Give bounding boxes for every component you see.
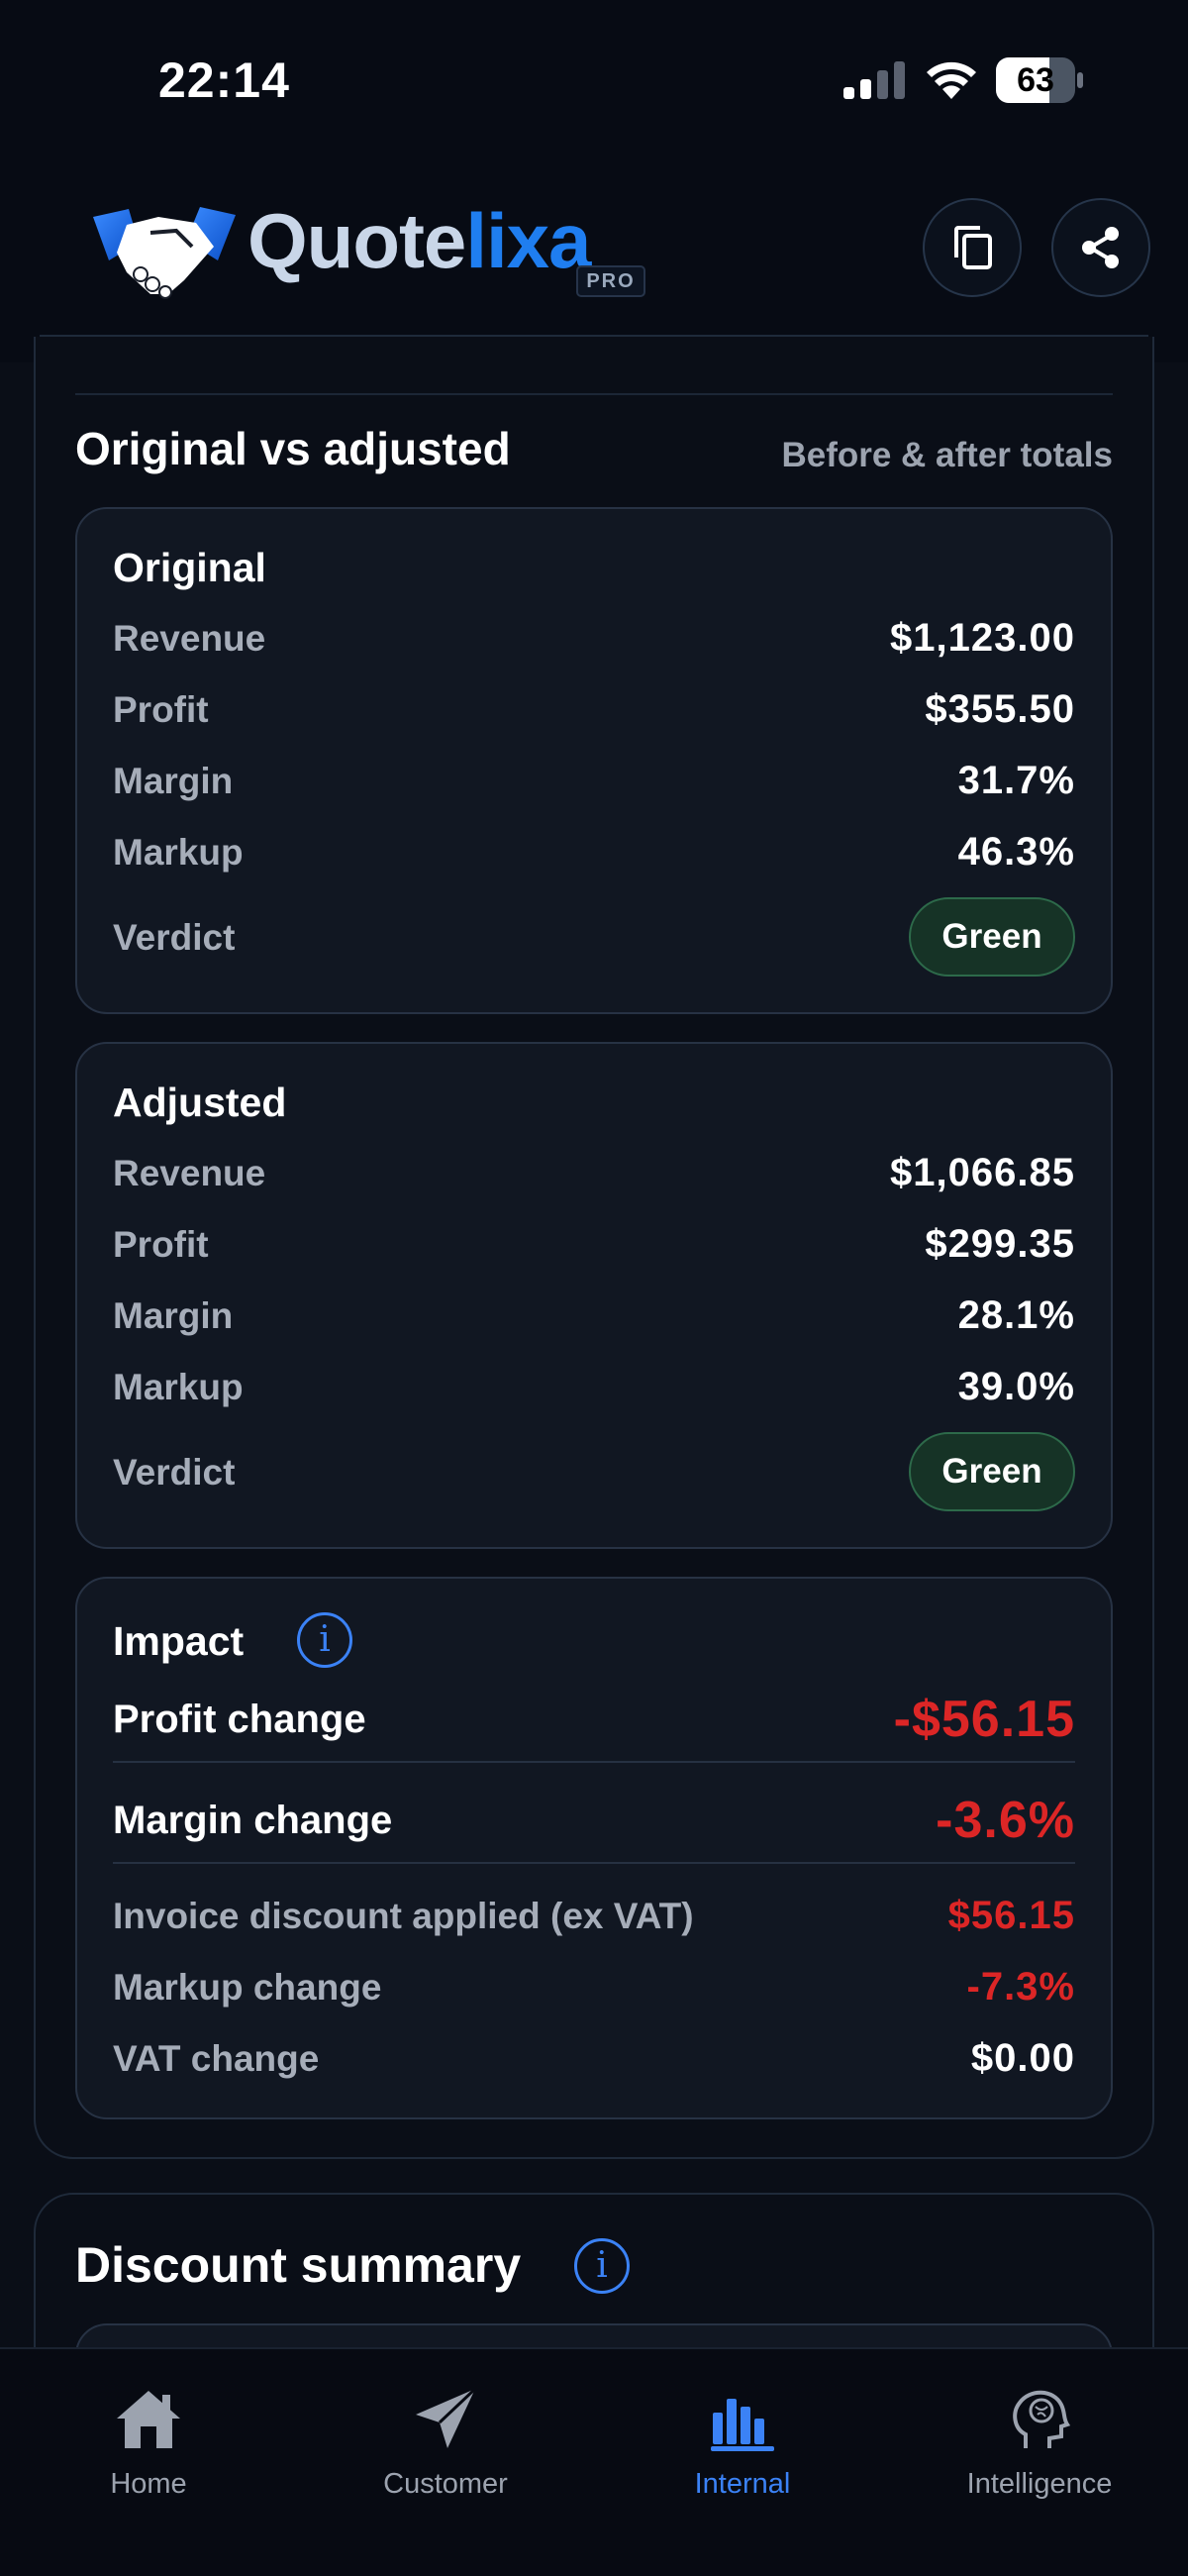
cellular-signal-icon: [843, 61, 905, 99]
adjusted-markup-value: 39.0%: [957, 1365, 1075, 1408]
adjusted-margin-value: 28.1%: [957, 1293, 1075, 1337]
bottom-tab-bar: Home Customer Internal Intelligence: [0, 2347, 1188, 2576]
adjusted-markup-label: Markup: [113, 1367, 244, 1407]
send-icon: [416, 2387, 477, 2448]
vat-change-label: VAT change: [113, 2038, 320, 2079]
copy-button[interactable]: [923, 198, 1022, 297]
adjusted-margin-label: Margin: [113, 1295, 234, 1336]
original-card: Original Revenue $1,123.00 Profit $355.5…: [75, 507, 1113, 1014]
profit-change-value: -$56.15: [893, 1691, 1075, 1748]
battery-level: 63: [1017, 61, 1054, 99]
impact-info-icon[interactable]: i: [297, 1612, 352, 1668]
tab-intelligence-label: Intelligence: [966, 2468, 1113, 2500]
original-title: Original: [113, 545, 266, 590]
impact-card: Impact i Profit change -$56.15 Margin ch…: [75, 1577, 1113, 2119]
original-revenue-value: $1,123.00: [890, 616, 1075, 660]
margin-change-value: -3.6%: [936, 1792, 1075, 1849]
home-icon: [117, 2391, 180, 2448]
original-markup-label: Markup: [113, 832, 244, 873]
adjusted-profit-value: $299.35: [925, 1222, 1075, 1266]
section-subtitle: Before & after totals: [781, 436, 1113, 474]
section-title: Original vs adjusted: [75, 423, 511, 474]
app-logo-wordmark: Quotelixa: [248, 196, 591, 286]
original-margin-label: Margin: [113, 761, 234, 801]
impact-divider: [113, 1761, 1075, 1763]
impact-divider: [113, 1862, 1075, 1864]
logo-word-lixa: lixa: [465, 197, 591, 284]
discount-summary-title: Discount summary: [75, 2237, 522, 2293]
share-icon: [1082, 227, 1119, 268]
tab-internal-label: Internal: [694, 2468, 791, 2500]
original-profit-label: Profit: [113, 689, 209, 730]
adjusted-card: Adjusted Revenue $1,066.85 Profit $299.3…: [75, 1042, 1113, 1549]
status-bar: 22:14 63: [0, 0, 1188, 158]
original-verdict-label: Verdict: [113, 917, 236, 958]
app-screen: 22:14 63 Quotelixa PRO Original vs adjus…: [0, 0, 1188, 2576]
profit-change-label: Profit change: [113, 1698, 366, 1741]
tab-customer-label: Customer: [383, 2468, 508, 2500]
wifi-icon: [927, 61, 976, 99]
margin-change-label: Margin change: [113, 1799, 393, 1842]
markup-change-value: -7.3%: [966, 1965, 1075, 2009]
original-margin-value: 31.7%: [957, 759, 1075, 802]
adjusted-revenue-value: $1,066.85: [890, 1151, 1075, 1194]
pro-badge: PRO: [576, 265, 645, 297]
logo-word-quote: Quote: [248, 197, 466, 284]
adjusted-revenue-label: Revenue: [113, 1153, 266, 1193]
adjusted-title: Adjusted: [113, 1080, 287, 1125]
section-top-divider: [75, 393, 1113, 395]
original-profit-value: $355.50: [925, 687, 1075, 731]
vat-change-value: $0.00: [970, 2036, 1075, 2080]
invoice-discount-value: $56.15: [947, 1894, 1075, 1937]
tab-internal[interactable]: Internal: [594, 2369, 891, 2518]
tab-home[interactable]: Home: [0, 2369, 297, 2518]
markup-change-label: Markup change: [113, 1967, 382, 2008]
impact-title: Impact: [113, 1618, 245, 1664]
handshake-logo-icon: [93, 207, 236, 299]
invoice-discount-label: Invoice discount applied (ex VAT): [113, 1896, 694, 1936]
original-revenue-label: Revenue: [113, 618, 266, 659]
discount-summary-info-icon[interactable]: i: [574, 2238, 630, 2294]
status-time: 22:14: [158, 52, 290, 108]
bar-chart-icon: [711, 2399, 774, 2451]
brain-icon: [1013, 2390, 1071, 2448]
battery-icon: 63: [996, 57, 1083, 103]
share-button[interactable]: [1051, 198, 1150, 297]
adjusted-verdict-label: Verdict: [113, 1452, 236, 1493]
adjusted-profit-label: Profit: [113, 1224, 209, 1265]
adjusted-verdict-badge: Green: [909, 1432, 1075, 1511]
tab-customer[interactable]: Customer: [297, 2369, 594, 2518]
original-markup-value: 46.3%: [957, 830, 1075, 874]
tab-home-label: Home: [110, 2468, 187, 2500]
copy-icon: [954, 226, 992, 269]
original-verdict-badge: Green: [909, 897, 1075, 977]
tab-intelligence[interactable]: Intelligence: [891, 2369, 1188, 2518]
